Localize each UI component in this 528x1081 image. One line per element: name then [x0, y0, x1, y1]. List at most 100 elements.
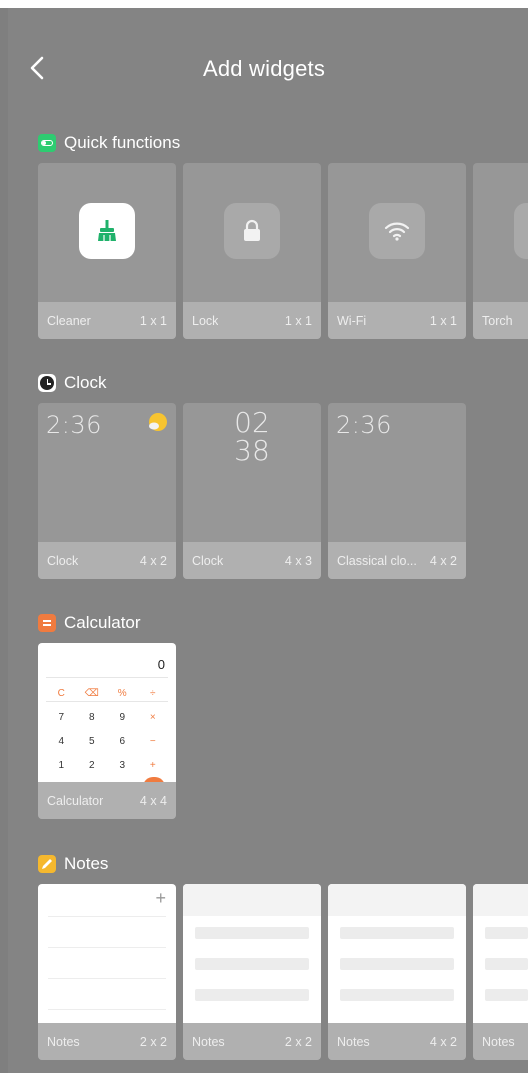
widget-name: Notes	[482, 1034, 515, 1049]
widget-name: Calculator	[47, 793, 104, 808]
section-title-calculator: Calculator	[38, 611, 141, 635]
widget-size: 2 x 2	[139, 1034, 167, 1049]
widget-size: 4 x 2	[139, 553, 167, 568]
notes-row: + Notes 2 x 2 Notes 2 x 2 Notes 4 x 2 No…	[38, 884, 528, 1060]
widget-card-wifi[interactable]: Wi-Fi 1 x 1	[328, 163, 466, 339]
placeholder-line	[195, 927, 309, 939]
widget-size: 1 x 1	[139, 313, 167, 328]
widget-card-calculator[interactable]: 0 C ⌫ % ÷ 7 8 9 × 4 5 6 − 1 2 3 + Calcul…	[38, 643, 176, 819]
calculator-icon	[38, 614, 56, 632]
widget-name: Notes	[337, 1034, 370, 1049]
torch-app-icon	[514, 203, 528, 259]
toggle-icon	[38, 134, 56, 152]
notes-header-band	[328, 884, 466, 916]
notes-preview	[183, 884, 321, 1023]
calculator-row: 0 C ⌫ % ÷ 7 8 9 × 4 5 6 − 1 2 3 + Calcul…	[38, 643, 178, 819]
divider	[46, 677, 168, 678]
header: Add widgets	[0, 40, 528, 100]
widget-size: 2 x 2	[284, 1034, 312, 1049]
notes-header-band	[473, 884, 528, 916]
keypad-row: C ⌫ % ÷	[46, 681, 168, 705]
placeholder-line	[340, 958, 454, 970]
key-8: 8	[88, 711, 95, 723]
key-9: 9	[119, 711, 126, 723]
divider	[48, 1009, 166, 1010]
clock-time: 2:36	[46, 411, 102, 439]
cleaner-app-icon	[79, 203, 135, 259]
widget-card-torch[interactable]: Torch	[473, 163, 528, 339]
divider	[48, 916, 166, 917]
notes-header-band	[183, 884, 321, 916]
wifi-icon	[384, 222, 410, 241]
widget-size: 4 x 4	[139, 793, 167, 808]
plus-icon: +	[155, 888, 166, 908]
widget-size: 1 x 1	[284, 313, 312, 328]
key-percent: %	[117, 687, 127, 699]
widget-footer: Notes	[473, 1023, 528, 1060]
widget-size: 1 x 1	[429, 313, 457, 328]
key-2: 2	[88, 759, 95, 771]
wifi-app-icon	[369, 203, 425, 259]
section-title-notes: Notes	[38, 852, 108, 876]
widget-name: Notes	[192, 1034, 225, 1049]
placeholder-line	[485, 927, 528, 939]
widget-name: Cleaner	[47, 313, 91, 328]
clock-row: 2:36 Clock 4 x 2 02 38 Clock 4 x 3 2:36 …	[38, 403, 468, 579]
placeholder-line	[195, 989, 309, 1001]
widget-name: Wi-Fi	[337, 313, 367, 328]
section-label: Clock	[64, 373, 107, 392]
clock-hours: 02	[234, 406, 270, 439]
clock-time: 2:36	[336, 411, 392, 439]
key-clear: C	[57, 687, 65, 699]
section-title-clock: Clock	[38, 371, 107, 395]
divider	[48, 947, 166, 948]
widget-name: Lock	[192, 313, 219, 328]
section-label: Quick functions	[64, 133, 181, 152]
clock-stacked-time: 02 38	[183, 409, 321, 465]
widget-footer: Classical clo... 4 x 2	[328, 542, 466, 579]
broom-icon	[98, 220, 116, 241]
lock-icon	[244, 219, 260, 241]
widget-card-clock-4x2[interactable]: 2:36 Clock 4 x 2	[38, 403, 176, 579]
key-minus: −	[149, 735, 156, 747]
key-4: 4	[58, 735, 65, 747]
widget-footer: Calculator 4 x 4	[38, 782, 176, 819]
key-multiply: ×	[149, 711, 156, 723]
widget-card-clock-4x3[interactable]: 02 38 Clock 4 x 3	[183, 403, 321, 579]
placeholder-line	[485, 989, 528, 1001]
widget-card-notes-2x2-list[interactable]: Notes 2 x 2	[183, 884, 321, 1060]
widget-footer: Clock 4 x 2	[38, 542, 176, 579]
widget-footer: Notes 2 x 2	[38, 1023, 176, 1060]
key-6: 6	[119, 735, 126, 747]
widget-card-notes-4x2[interactable]: Notes 4 x 2	[328, 884, 466, 1060]
pencil-icon	[38, 855, 56, 873]
key-3: 3	[119, 759, 126, 771]
widget-name: Notes	[47, 1034, 80, 1049]
widget-card-classical-clock[interactable]: 2:36 Classical clo... 4 x 2	[328, 403, 466, 579]
lock-app-icon	[224, 203, 280, 259]
notes-preview	[328, 884, 466, 1023]
keypad-row: 4 5 6 −	[46, 729, 168, 753]
left-edge	[0, 8, 8, 1073]
page-title: Add widgets	[202, 56, 326, 81]
widget-footer: Clock 4 x 3	[183, 542, 321, 579]
widget-name: Clock	[47, 553, 79, 568]
clock-icon	[38, 374, 56, 392]
key-plus: +	[149, 759, 156, 771]
navigation-bar-area	[0, 1073, 528, 1081]
key-divide: ÷	[150, 687, 156, 699]
widget-footer: Wi-Fi 1 x 1	[328, 302, 466, 339]
clock-minutes: 38	[234, 434, 270, 467]
calculator-keypad: C ⌫ % ÷ 7 8 9 × 4 5 6 − 1 2 3 +	[46, 681, 168, 777]
widget-name: Classical clo...	[337, 553, 417, 568]
widget-footer: Lock 1 x 1	[183, 302, 321, 339]
widget-size: 4 x 2	[429, 553, 457, 568]
section-label: Notes	[64, 854, 109, 873]
widget-card-notes-2x2[interactable]: + Notes 2 x 2	[38, 884, 176, 1060]
widget-card-cleaner[interactable]: Cleaner 1 x 1	[38, 163, 176, 339]
key-5: 5	[88, 735, 95, 747]
widget-card-notes-partial[interactable]: Notes	[473, 884, 528, 1060]
widget-card-lock[interactable]: Lock 1 x 1	[183, 163, 321, 339]
widget-footer: Notes 2 x 2	[183, 1023, 321, 1060]
keypad-row: 1 2 3 +	[46, 753, 168, 777]
